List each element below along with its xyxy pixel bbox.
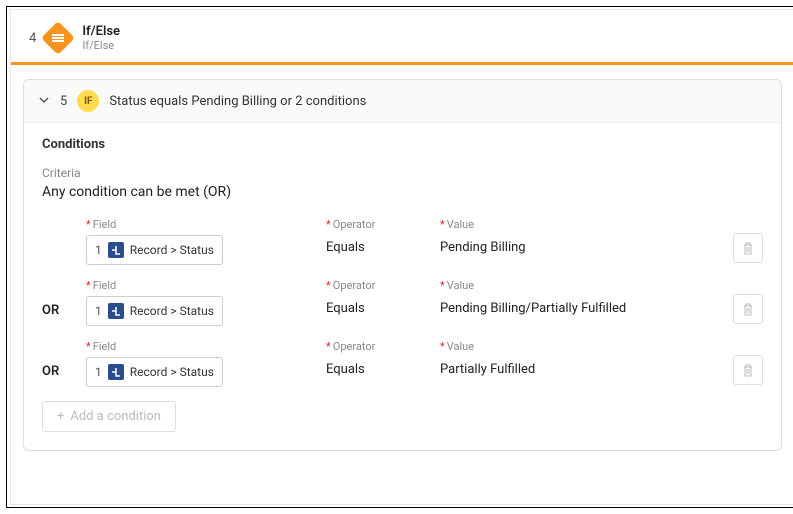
app-frame: 4 If/Else If/Else 5 IF Status equals Pen… <box>6 6 793 508</box>
operator-label: *Operator <box>326 340 440 353</box>
row-prefix <box>42 257 86 265</box>
field-pill[interactable]: 1 Record > Status <box>86 235 223 265</box>
step-title: If/Else <box>82 24 120 39</box>
step-number: 4 <box>29 31 36 46</box>
row-prefix: OR <box>42 303 86 326</box>
panel-header[interactable]: 5 IF Status equals Pending Billing or 2 … <box>24 80 781 123</box>
field-path: Record > Status <box>130 365 214 379</box>
condition-row: OR *Field 1 Record > Status <box>42 279 763 326</box>
add-condition-label: Add a condition <box>70 409 161 424</box>
condition-row: *Field 1 Record > Status *Operator <box>42 218 763 265</box>
field-pill[interactable]: 1 Record > Status <box>86 357 223 387</box>
field-label: *Field <box>86 279 326 292</box>
value-label: *Value <box>440 218 723 231</box>
trash-icon <box>742 242 754 255</box>
criteria-value: Any condition can be met (OR) <box>42 184 763 200</box>
card: 4 If/Else If/Else 5 IF Status equals Pen… <box>10 9 793 505</box>
field-index: 1 <box>95 304 102 318</box>
if-panel: 5 IF Status equals Pending Billing or 2 … <box>23 79 782 451</box>
plus-icon: + <box>57 409 64 424</box>
panel-step-number: 5 <box>60 94 67 109</box>
operator-label: *Operator <box>326 279 440 292</box>
record-icon <box>108 303 124 319</box>
panel-body: Conditions Criteria Any condition can be… <box>24 123 781 450</box>
step-title-block: If/Else If/Else <box>82 24 120 52</box>
panel-summary: Status equals Pending Billing or 2 condi… <box>109 94 366 109</box>
field-index: 1 <box>95 243 102 257</box>
row-prefix: OR <box>42 364 86 387</box>
chevron-down-icon[interactable] <box>38 94 50 109</box>
field-index: 1 <box>95 365 102 379</box>
branch-icon <box>41 21 75 55</box>
field-path: Record > Status <box>130 243 214 257</box>
field-path: Record > Status <box>130 304 214 318</box>
trash-icon <box>742 364 754 377</box>
delete-row-button[interactable] <box>733 233 763 263</box>
delete-row-button[interactable] <box>733 355 763 385</box>
operator-label: *Operator <box>326 218 440 231</box>
operator-value: Equals <box>326 235 440 265</box>
content: 5 IF Status equals Pending Billing or 2 … <box>11 65 793 465</box>
field-label: *Field <box>86 340 326 353</box>
value-text: Pending Billing/Partially Fulfilled <box>440 296 723 326</box>
add-condition-button[interactable]: + Add a condition <box>42 401 176 432</box>
value-label: *Value <box>440 340 723 353</box>
operator-value: Equals <box>326 296 440 326</box>
value-label: *Value <box>440 279 723 292</box>
step-header: 4 If/Else If/Else <box>11 10 793 65</box>
record-icon <box>108 364 124 380</box>
if-badge: IF <box>77 90 99 112</box>
field-pill[interactable]: 1 Record > Status <box>86 296 223 326</box>
value-text: Partially Fulfilled <box>440 357 723 387</box>
condition-row: OR *Field 1 Record > Status <box>42 340 763 387</box>
trash-icon <box>742 303 754 316</box>
criteria-label: Criteria <box>42 166 763 180</box>
conditions-heading: Conditions <box>42 137 763 152</box>
record-icon <box>108 242 124 258</box>
value-text: Pending Billing <box>440 235 723 265</box>
operator-value: Equals <box>326 357 440 387</box>
delete-row-button[interactable] <box>733 294 763 324</box>
step-subtitle: If/Else <box>82 39 120 52</box>
field-label: *Field <box>86 218 326 231</box>
